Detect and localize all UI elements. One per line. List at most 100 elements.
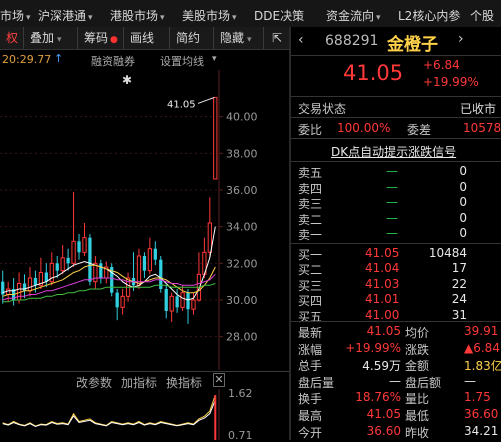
- toolbar-button-label: 画线: [130, 31, 155, 45]
- stat-value: 1.75: [464, 390, 491, 405]
- menu-item-1[interactable]: 沪深港通 ▾: [38, 7, 93, 24]
- chevron-down-icon: ▾: [247, 35, 252, 45]
- toolbar-button-label: 隐藏: [220, 31, 245, 45]
- y-tick-label: 28.00: [226, 331, 258, 344]
- candle-body: [164, 289, 168, 311]
- order-volume: 31: [451, 307, 467, 322]
- order-price: 41.01: [365, 292, 400, 306]
- stat-label: 最低: [405, 409, 430, 423]
- order-price: —: [386, 195, 398, 209]
- menu-item-3[interactable]: 美股市场 ▾: [182, 7, 237, 24]
- candle-body: [55, 263, 59, 271]
- order-price: —: [386, 226, 398, 240]
- menu-item-label: 港股市场: [110, 9, 159, 23]
- candle-body: [186, 292, 190, 310]
- stats-divider: [291, 321, 501, 322]
- order-price: —: [386, 179, 398, 194]
- candle-body: [44, 272, 48, 282]
- menu-item-4[interactable]: DDE决策: [254, 7, 304, 24]
- stat-label: 均价: [405, 326, 430, 340]
- stats-row: 最高 41.05 最低 36.60: [291, 407, 501, 425]
- order-volume: 10484: [428, 245, 467, 260]
- stats-row: 今开 36.60 昨收 34.21: [291, 424, 501, 442]
- candle-body: [207, 222, 212, 253]
- fuquan-button[interactable]: 权: [0, 27, 24, 49]
- order-price: —: [386, 210, 398, 225]
- overlay-button[interactable]: 叠加 ▾: [24, 27, 78, 49]
- menu-item-label: 市场: [0, 9, 25, 23]
- order-volume: 17: [451, 261, 467, 275]
- y-tick-label: 38.00: [226, 147, 258, 160]
- stats-row: 盘后量 — 盘后额 —: [291, 374, 501, 392]
- rzrq-link[interactable]: 融资融券: [91, 53, 135, 69]
- chevron-down-icon: ▾: [88, 13, 93, 23]
- book-divider: [291, 243, 501, 244]
- stat-value: ▲6.84: [464, 340, 500, 355]
- price-change: +6.84: [423, 58, 460, 72]
- order-price: 41.05: [365, 245, 400, 260]
- stats-table: 最新 41.05 均价 39.91 涨幅 +19.99% 涨跌 ▲6.84 总手 4.59万 金额 1…: [291, 321, 501, 442]
- next-stock-icon[interactable]: ›: [458, 31, 464, 47]
- trade-status-row: 交易状态 已收市: [291, 97, 501, 118]
- ask-row: 卖一 — 0: [291, 226, 501, 244]
- stat-label: 今开: [298, 425, 323, 440]
- stat-label: 涨幅: [298, 342, 323, 357]
- stats-row: 换手 18.76% 量比 1.75: [291, 390, 501, 408]
- hide-button[interactable]: 隐藏 ▾: [214, 27, 264, 49]
- stat-value: 41.05: [366, 324, 401, 338]
- candle-body: [153, 248, 157, 260]
- candle-body: [191, 299, 196, 310]
- menu-item-7[interactable]: 个股: [470, 7, 494, 24]
- menu-item-2[interactable]: 港股市场 ▾: [110, 7, 165, 24]
- candlestick-chart[interactable]: 28.00 30.00 32.00 34.00 36.00 38.00 40.00 ✱ 41.0…: [0, 70, 290, 370]
- chip-button[interactable]: 筹码 ●: [78, 27, 124, 49]
- simple-button[interactable]: 简约: [170, 27, 214, 49]
- weicha-value: 10578: [463, 121, 501, 135]
- menu-item-0[interactable]: 市场 ▾: [0, 7, 31, 24]
- indicator-line-2: [2, 399, 216, 428]
- volume-indicator-chart[interactable]: 1.62 0.71: [0, 389, 290, 440]
- candle-body: [6, 288, 11, 295]
- stat-value: 1.83亿: [464, 359, 501, 374]
- candle-body: [71, 240, 76, 264]
- stat-value: 18.76%: [355, 390, 401, 405]
- candle-body: [120, 295, 125, 308]
- prev-stock-icon[interactable]: ‹: [298, 32, 304, 48]
- stat-value: +19.99%: [345, 340, 401, 355]
- order-volume: 24: [451, 292, 467, 306]
- top-menu-bar: 市场 ▾ 沪深港通 ▾ 港股市场 ▾ 美股市场 ▾ DDE决策 资金流向 ▾ L2核心内参 个股: [0, 0, 501, 28]
- menu-item-6[interactable]: L2核心内参: [398, 7, 460, 24]
- weibi-value: 100.00%: [337, 121, 391, 135]
- candle-body: [33, 278, 38, 286]
- order-volume: 0: [459, 195, 467, 209]
- order-volume: 0: [459, 226, 467, 240]
- y-tick-label: 34.00: [226, 221, 258, 234]
- stats-row: 涨幅 +19.99% 涨跌 ▲6.84: [291, 341, 501, 359]
- stat-label: 昨收: [405, 425, 430, 440]
- order-level-label: 卖一: [298, 228, 323, 242]
- order-level-label: 卖二: [298, 212, 323, 227]
- stat-label: 总手: [298, 359, 323, 374]
- star-icon: ✱: [122, 73, 132, 87]
- candle-body: [66, 257, 70, 264]
- expand-icon[interactable]: ⇱: [264, 27, 290, 49]
- candle-body: [60, 257, 65, 272]
- chart-toolbar: 权叠加 ▾ 筹码 ● 画线 简约 隐藏 ▾ ⇱: [0, 27, 290, 50]
- dk-signal-link[interactable]: DK点自动提示涨跌信号: [331, 143, 456, 160]
- close-indicator-icon[interactable]: ✕: [213, 373, 225, 387]
- candle-body: [142, 256, 147, 271]
- candle-body: [159, 259, 163, 289]
- stock-name: 金橙子: [387, 35, 438, 55]
- indicator-bar: 改参数 加指标 换指标 ✕: [0, 371, 290, 390]
- chart-header: 20:29.77 ↑ 融资融券 设置均线 ▾: [0, 50, 290, 70]
- trade-status-value: 已收市: [460, 102, 497, 116]
- chevron-down-icon[interactable]: ▾: [212, 54, 217, 64]
- weibi-row: 委比 100.00% 委差 10578: [291, 118, 501, 139]
- menu-item-5[interactable]: 资金流向 ▾: [326, 7, 381, 24]
- order-level-label: 卖五: [298, 166, 323, 180]
- draw-line-button[interactable]: 画线: [124, 27, 170, 49]
- quote-panel: ‹ 688291 金橙子 › 41.05 +6.84 +19.99% 交易状态 …: [291, 27, 501, 440]
- order-volume: 0: [459, 164, 467, 178]
- ma-setting-link[interactable]: 设置均线: [160, 53, 204, 69]
- weibi-label: 委比: [298, 123, 323, 137]
